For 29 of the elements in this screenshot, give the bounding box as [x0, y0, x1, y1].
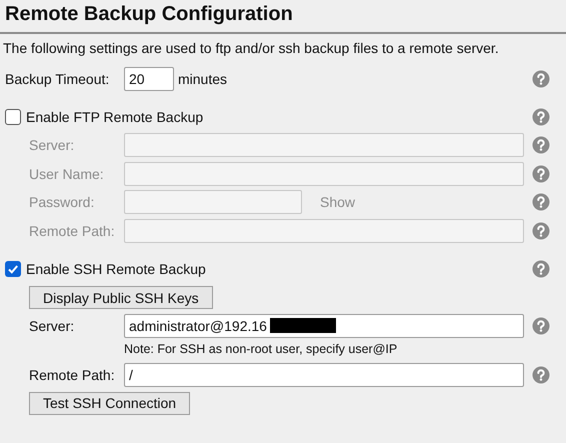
help-icon[interactable] — [532, 193, 550, 212]
timeout-field[interactable]: 20 — [124, 67, 174, 92]
help-icon[interactable] — [532, 164, 550, 183]
text-field[interactable]: administrator@192.16 — [124, 314, 524, 338]
field-label: Backup Timeout: — [5, 71, 110, 88]
help-icon[interactable] — [532, 317, 550, 336]
test-connection-button[interactable]: Test SSH Connection — [29, 392, 190, 415]
checkbox[interactable] — [5, 261, 21, 278]
checkbox-label[interactable]: Enable FTP Remote Backup — [26, 108, 204, 125]
help-icon[interactable] — [532, 70, 550, 88]
field-label: Server: — [29, 137, 76, 154]
field-label: Remote Path: — [29, 222, 116, 239]
text-field[interactable]: / — [124, 362, 524, 387]
field-label: User Name: — [29, 166, 105, 182]
field-label: Remote Path: — [29, 366, 116, 383]
field-label: Password: — [29, 194, 96, 210]
description-text: The following settings are used to ftp and/or ssh backup files to a remote server. — [3, 40, 500, 56]
help-icon[interactable] — [532, 222, 550, 240]
page-title: Remote Backup Configuration — [0, 0, 566, 34]
unit-label: minutes — [178, 71, 228, 88]
help-icon[interactable] — [532, 366, 550, 384]
checkbox[interactable] — [5, 108, 21, 125]
help-icon[interactable] — [532, 136, 550, 154]
help-icon[interactable] — [532, 108, 550, 126]
field-note: Note: For SSH as non-root user, specify user@IP — [124, 340, 398, 358]
field-label: Server: — [29, 318, 76, 334]
help-icon[interactable] — [532, 260, 550, 278]
display-keys-button[interactable]: Display Public SSH Keys — [29, 286, 213, 310]
checkbox-label[interactable]: Enable SSH Remote Backup — [26, 261, 206, 278]
